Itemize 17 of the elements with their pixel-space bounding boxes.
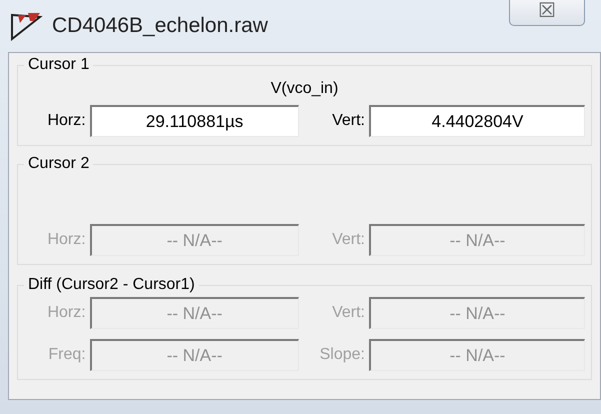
field-label: Slope: xyxy=(318,345,366,365)
field-label: Vert: xyxy=(331,303,366,323)
signal-name: V(vco_in) xyxy=(270,79,340,99)
field-label: Horz: xyxy=(46,303,87,323)
group-title: Cursor 1 xyxy=(27,55,90,75)
field-label: Horz: xyxy=(46,111,87,131)
value-field[interactable]: 4.4402804V xyxy=(369,105,585,137)
close-button[interactable]: ☒ xyxy=(509,0,585,26)
field-label: Horz: xyxy=(46,230,87,250)
field-label: Vert: xyxy=(331,230,366,250)
app-logo-icon xyxy=(10,11,44,41)
group-title: Diff (Cursor2 - Cursor1) xyxy=(27,275,196,295)
group-title: Cursor 2 xyxy=(27,154,90,174)
value-field[interactable]: 29.110881µs xyxy=(90,105,298,137)
field-label: Freq: xyxy=(47,345,87,365)
field-label: Vert: xyxy=(331,111,366,131)
window-title: CD4046B_echelon.raw xyxy=(52,13,268,40)
